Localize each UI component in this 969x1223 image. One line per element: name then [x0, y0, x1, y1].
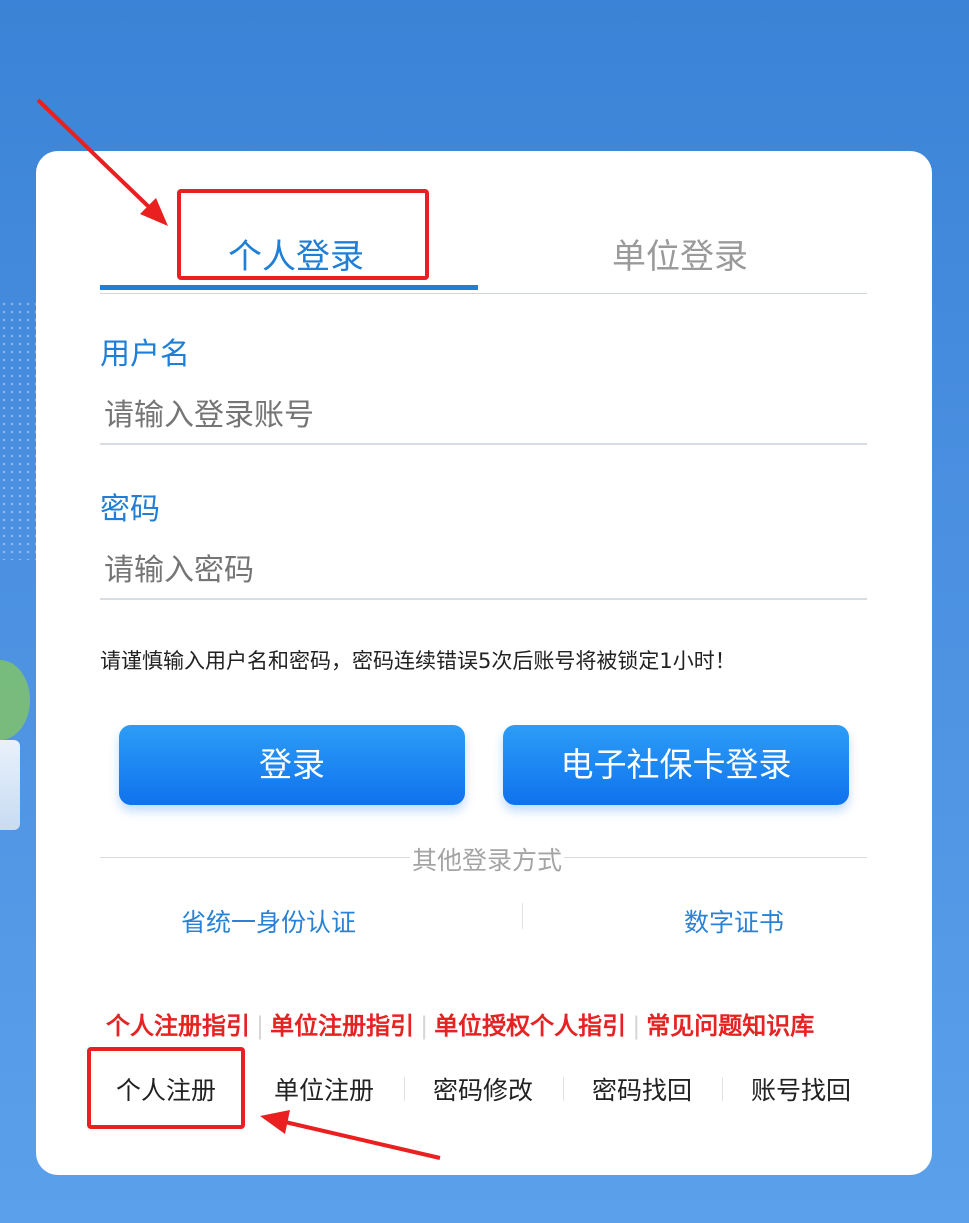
guide-unit-authorization[interactable]: 单位授权个人指引 — [434, 1012, 626, 1040]
login-card: 个人登录 单位登录 用户名 密码 请谨慎输入用户名和密码，密码连续错误5次后账号… — [36, 151, 932, 1175]
annotation-box-personal-login — [177, 189, 429, 280]
guide-faq-knowledge-base[interactable]: 常见问题知识库 — [646, 1012, 814, 1040]
decorative-cube — [0, 740, 20, 830]
password-change-link[interactable]: 密码修改 — [433, 1071, 533, 1107]
annotation-box-personal-register — [87, 1047, 245, 1129]
username-label: 用户名 — [100, 337, 190, 372]
tab-unit-login[interactable]: 单位登录 — [612, 229, 748, 278]
link-separator — [722, 1077, 723, 1101]
login-button[interactable]: 登录 — [119, 725, 465, 805]
account-recovery-link[interactable]: 账号找回 — [751, 1071, 851, 1107]
lockout-notice: 请谨慎输入用户名和密码，密码连续错误5次后账号将被锁定1小时！ — [100, 649, 736, 673]
password-recovery-link[interactable]: 密码找回 — [592, 1071, 692, 1107]
guide-links: 个人注册指引 | 单位注册指引 | 单位授权个人指引 | 常见问题知识库 — [106, 1006, 814, 1041]
active-tab-underline — [100, 285, 478, 290]
alt-link-separator — [522, 903, 523, 929]
guide-separator: | — [632, 1012, 641, 1040]
alt-login-label: 其他登录方式 — [410, 841, 565, 877]
guide-separator: | — [256, 1012, 265, 1040]
guide-personal-registration[interactable]: 个人注册指引 — [106, 1012, 250, 1040]
unit-register-link[interactable]: 单位注册 — [274, 1071, 374, 1107]
ssc-login-button[interactable]: 电子社保卡登录 — [503, 725, 849, 805]
digital-cert-link[interactable]: 数字证书 — [684, 903, 784, 939]
link-separator — [563, 1077, 564, 1101]
password-input[interactable] — [100, 544, 867, 600]
link-separator — [404, 1077, 405, 1101]
decorative-circle — [0, 660, 30, 740]
guide-unit-registration[interactable]: 单位注册指引 — [270, 1012, 414, 1040]
background-dot-pattern — [0, 300, 40, 560]
provincial-auth-link[interactable]: 省统一身份认证 — [181, 903, 356, 939]
guide-separator: | — [420, 1012, 429, 1040]
username-input[interactable] — [100, 389, 867, 445]
password-label: 密码 — [100, 492, 160, 527]
